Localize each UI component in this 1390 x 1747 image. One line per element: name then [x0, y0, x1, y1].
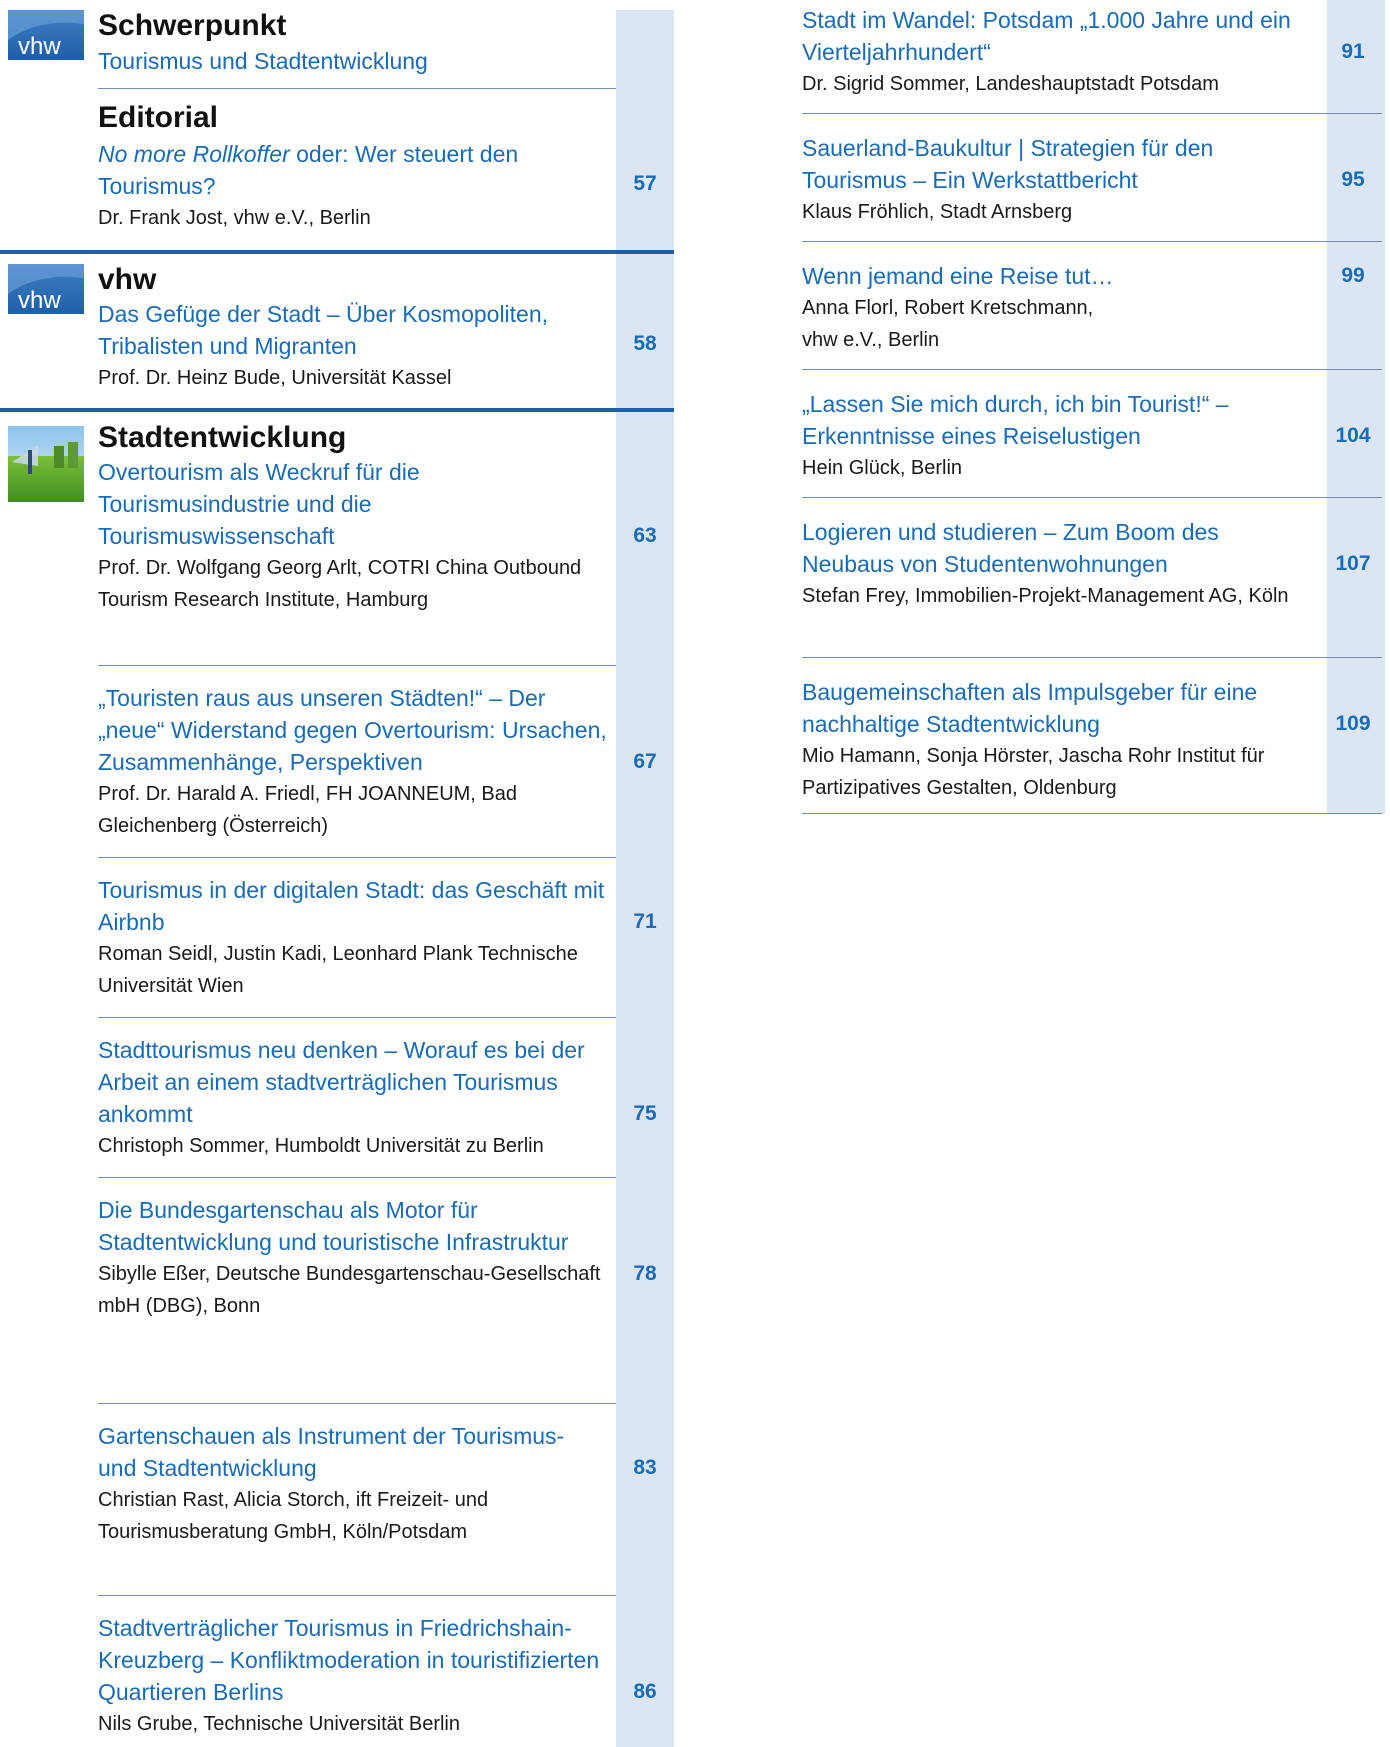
page-number[interactable]: 91	[1324, 40, 1382, 64]
entry-author: Mio Hamann, Sonja Hörster, Jascha Rohr I…	[802, 745, 1265, 799]
entry-author: Klaus Fröhlich, Stadt Arnsberg	[802, 201, 1073, 223]
toc-entry[interactable]: Stadtverträglicher Tourismus in Friedric…	[98, 1612, 674, 1746]
divider	[98, 857, 616, 858]
divider	[802, 813, 1382, 814]
page-number[interactable]: 107	[1324, 552, 1382, 576]
toc-entry[interactable]: „Touristen raus aus unseren Städten!“ – …	[98, 682, 674, 858]
entry-title[interactable]: Stadt im Wandel: Potsdam „1.000 Jahre un…	[802, 4, 1312, 68]
entry-author: Stefan Frey, Immobilien-Projekt-Manageme…	[802, 585, 1289, 607]
divider	[98, 88, 616, 89]
entry-title[interactable]: Wenn jemand eine Reise tut…	[802, 260, 1312, 292]
section-heading: vhw	[98, 263, 157, 296]
entry-title[interactable]: Logieren und studieren – Zum Boom des Ne…	[802, 516, 1312, 580]
divider	[98, 1017, 616, 1018]
entry-author: Anna Florl, Robert Kretschmann, vhw e.V.…	[802, 297, 1094, 351]
entry-title[interactable]: Sauerland-Baukultur | Strategien für den…	[802, 132, 1312, 196]
divider	[98, 1595, 616, 1596]
page-number[interactable]: 104	[1324, 424, 1382, 448]
section-heading: Editorial	[98, 101, 219, 134]
toc-entry[interactable]: Baugemeinschaften als Impulsgeber für ei…	[802, 676, 1382, 814]
entry-title[interactable]: Gartenschauen als Instrument der Tourism…	[98, 1420, 608, 1484]
section-vhw: vhw vhw Das Gefüge der Stadt – Über Kosm…	[0, 262, 674, 408]
entry-author: Nils Grube, Technische Universität Berli…	[98, 1713, 461, 1735]
page-number[interactable]: 109	[1324, 712, 1382, 736]
toc-entry[interactable]: Tourismus in der digitalen Stadt: das Ge…	[98, 874, 674, 1018]
entry-title[interactable]: Das Gefüge der Stadt – Über Kosmopoliten…	[98, 298, 608, 362]
section-editorial: Editorial No more Rollkoffer oder: Wer s…	[0, 100, 674, 250]
divider	[802, 657, 1382, 658]
entry-title[interactable]: Tourismus in der digitalen Stadt: das Ge…	[98, 874, 608, 938]
toc-entry[interactable]: „Lassen Sie mich durch, ich bin Tourist!…	[802, 388, 1382, 498]
vhw-logo-icon: vhw	[8, 264, 84, 314]
divider	[98, 1177, 616, 1178]
page-number[interactable]: 99	[1324, 264, 1382, 288]
entry-title[interactable]: Stadtverträglicher Tourismus in Friedric…	[98, 1612, 608, 1708]
entry-author: Dr. Sigrid Sommer, Landeshauptstadt Pots…	[802, 73, 1219, 95]
divider	[98, 1403, 616, 1404]
page-number[interactable]: 78	[616, 1262, 674, 1286]
page-number[interactable]: 67	[616, 750, 674, 774]
entry-author: Christian Rast, Alicia Storch, ift Freiz…	[98, 1489, 489, 1543]
page-number[interactable]: 75	[616, 1102, 674, 1126]
divider	[802, 113, 1382, 114]
toc-entry[interactable]: Logieren und studieren – Zum Boom des Ne…	[802, 516, 1382, 658]
vhw-logo-icon: vhw	[8, 10, 84, 60]
entry-author: Roman Seidl, Justin Kadi, Leonhard Plank…	[98, 943, 578, 997]
toc-entry[interactable]: No more Rollkoffer oder: Wer steuert den…	[98, 138, 608, 234]
entry-title[interactable]: Overtourism als Weckruf für die Tourismu…	[98, 456, 608, 552]
svg-text:vhw: vhw	[18, 33, 61, 60]
entry-author: Prof. Dr. Heinz Bude, Universität Kassel	[98, 367, 452, 389]
page-number[interactable]: 83	[616, 1456, 674, 1480]
toc-entry[interactable]: Stadt im Wandel: Potsdam „1.000 Jahre un…	[802, 4, 1382, 114]
divider	[802, 497, 1382, 498]
entry-title[interactable]: No more Rollkoffer oder: Wer steuert den…	[98, 138, 608, 202]
entry-title[interactable]: Stadttourismus neu denken – Worauf es be…	[98, 1034, 608, 1130]
toc-entry[interactable]: Die Bundesgartenschau als Motor für Stad…	[98, 1194, 674, 1404]
page-number[interactable]: 86	[616, 1680, 674, 1704]
entry-title[interactable]: Baugemeinschaften als Impulsgeber für ei…	[802, 676, 1312, 740]
toc-entry[interactable]: Das Gefüge der Stadt – Über Kosmopoliten…	[98, 298, 608, 394]
entry-author: Hein Glück, Berlin	[802, 457, 963, 479]
section-heading: Schwerpunkt	[98, 9, 287, 42]
section-heading: Stadtentwicklung	[98, 421, 347, 454]
entry-title[interactable]: „Touristen raus aus unseren Städten!“ – …	[98, 682, 608, 778]
section-schwerpunkt: vhw Schwerpunkt Tourismus und Stadtentwi…	[0, 8, 674, 89]
toc-entry[interactable]: Wenn jemand eine Reise tut… Anna Florl, R…	[802, 260, 1382, 370]
toc-entry[interactable]: Sauerland-Baukultur | Strategien für den…	[802, 132, 1382, 242]
entry-author: Prof. Dr. Harald A. Friedl, FH JOANNEUM,…	[98, 783, 517, 837]
divider	[802, 241, 1382, 242]
toc-entry[interactable]: Stadttourismus neu denken – Worauf es be…	[98, 1034, 674, 1178]
page-number[interactable]: 63	[616, 524, 674, 548]
entry-author: Prof. Dr. Wolfgang Georg Arlt, COTRI Chi…	[98, 557, 582, 611]
section-divider	[0, 250, 674, 254]
page-number[interactable]: 95	[1324, 168, 1382, 192]
entry-title[interactable]: „Lassen Sie mich durch, ich bin Tourist!…	[802, 388, 1312, 452]
entry-author: Sibylle Eßer, Deutsche Bundesgartenschau…	[98, 1263, 601, 1317]
section-subtitle: Tourismus und Stadtentwicklung	[98, 48, 428, 74]
city-photo-icon	[8, 426, 84, 502]
page-number[interactable]: 57	[616, 172, 674, 196]
section-divider	[0, 408, 674, 412]
toc-entry[interactable]: Overtourism als Weckruf für die Tourismu…	[98, 456, 674, 666]
entry-title[interactable]: Die Bundesgartenschau als Motor für Stad…	[98, 1194, 608, 1258]
page-number[interactable]: 58	[616, 332, 674, 356]
entry-title-italic: No more Rollkoffer	[98, 141, 290, 167]
page-number[interactable]: 71	[616, 910, 674, 934]
divider	[98, 665, 616, 666]
toc-entry[interactable]: Gartenschauen als Instrument der Tourism…	[98, 1420, 674, 1596]
divider	[802, 369, 1382, 370]
entry-author: Dr. Frank Jost, vhw e.V., Berlin	[98, 207, 371, 229]
svg-text:vhw: vhw	[18, 287, 61, 314]
entry-author: Christoph Sommer, Humboldt Universität z…	[98, 1135, 544, 1157]
